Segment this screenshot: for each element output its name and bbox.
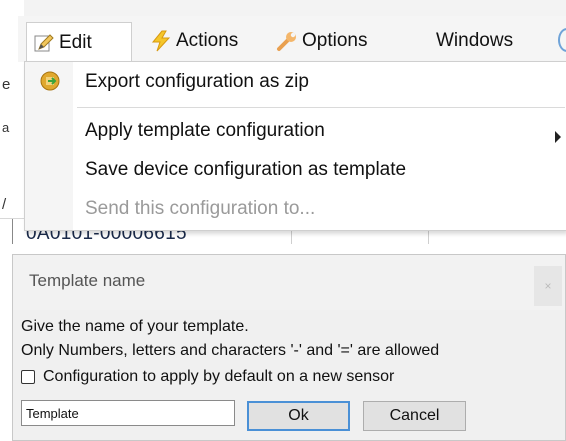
background-text-fragment: a bbox=[2, 120, 10, 135]
menu-tab-options[interactable]: Options bbox=[270, 22, 373, 60]
default-config-label[interactable]: Configuration to apply by default on a n… bbox=[43, 368, 394, 386]
menu-tab-actions[interactable]: Actions bbox=[144, 22, 244, 60]
menu-tab-label: Windows bbox=[436, 30, 514, 51]
default-config-option[interactable]: Configuration to apply by default on a n… bbox=[21, 368, 565, 388]
menu-bar: Edit Actions Options Windows bbox=[18, 16, 566, 62]
menu-item-export-zip[interactable]: Export configuration as zip bbox=[85, 71, 309, 93]
zip-export-icon bbox=[39, 70, 61, 92]
edit-dropdown-menu: Export configuration as zip Apply templa… bbox=[24, 61, 566, 231]
background-text-fragment: / bbox=[2, 196, 7, 213]
lightning-icon bbox=[150, 30, 172, 52]
instruction-text: Give the name of your template. bbox=[21, 318, 249, 335]
menu-item-apply-template[interactable]: Apply template configuration bbox=[85, 120, 325, 142]
menu-tab-label: Actions bbox=[176, 30, 239, 51]
screenshot-divider bbox=[0, 244, 566, 254]
ok-button[interactable]: Ok bbox=[247, 401, 350, 431]
dialog-titlebar: Template name × bbox=[13, 255, 565, 310]
menu-tab-label: Options bbox=[302, 30, 368, 51]
dialog-title: Template name bbox=[29, 271, 146, 290]
menu-screenshot: e a / 0A0101-00006615 Edit Actions Optio… bbox=[0, 0, 566, 244]
submenu-arrow-icon bbox=[555, 131, 561, 143]
close-button[interactable]: × bbox=[534, 266, 562, 306]
wrench-icon bbox=[276, 30, 298, 52]
background-text-fragment: e bbox=[2, 76, 11, 93]
menu-separator bbox=[77, 107, 565, 108]
pencil-icon bbox=[33, 32, 55, 54]
menu-item-save-as-template[interactable]: Save device configuration as template bbox=[85, 159, 406, 181]
menu-tab-label: Edit bbox=[59, 31, 92, 53]
template-name-dialog: Template name × Give the name of your te… bbox=[12, 254, 566, 441]
menu-item-send-configuration: Send this configuration to... bbox=[85, 198, 316, 219]
help-icon[interactable] bbox=[558, 28, 566, 52]
menu-tab-edit[interactable]: Edit bbox=[26, 22, 132, 62]
allowed-characters-text: Only Numbers, letters and characters '-'… bbox=[21, 342, 440, 359]
default-config-checkbox[interactable] bbox=[21, 370, 35, 384]
cancel-button[interactable]: Cancel bbox=[363, 401, 466, 431]
template-name-input[interactable] bbox=[21, 400, 235, 426]
menu-tab-windows[interactable]: Windows bbox=[430, 22, 519, 60]
